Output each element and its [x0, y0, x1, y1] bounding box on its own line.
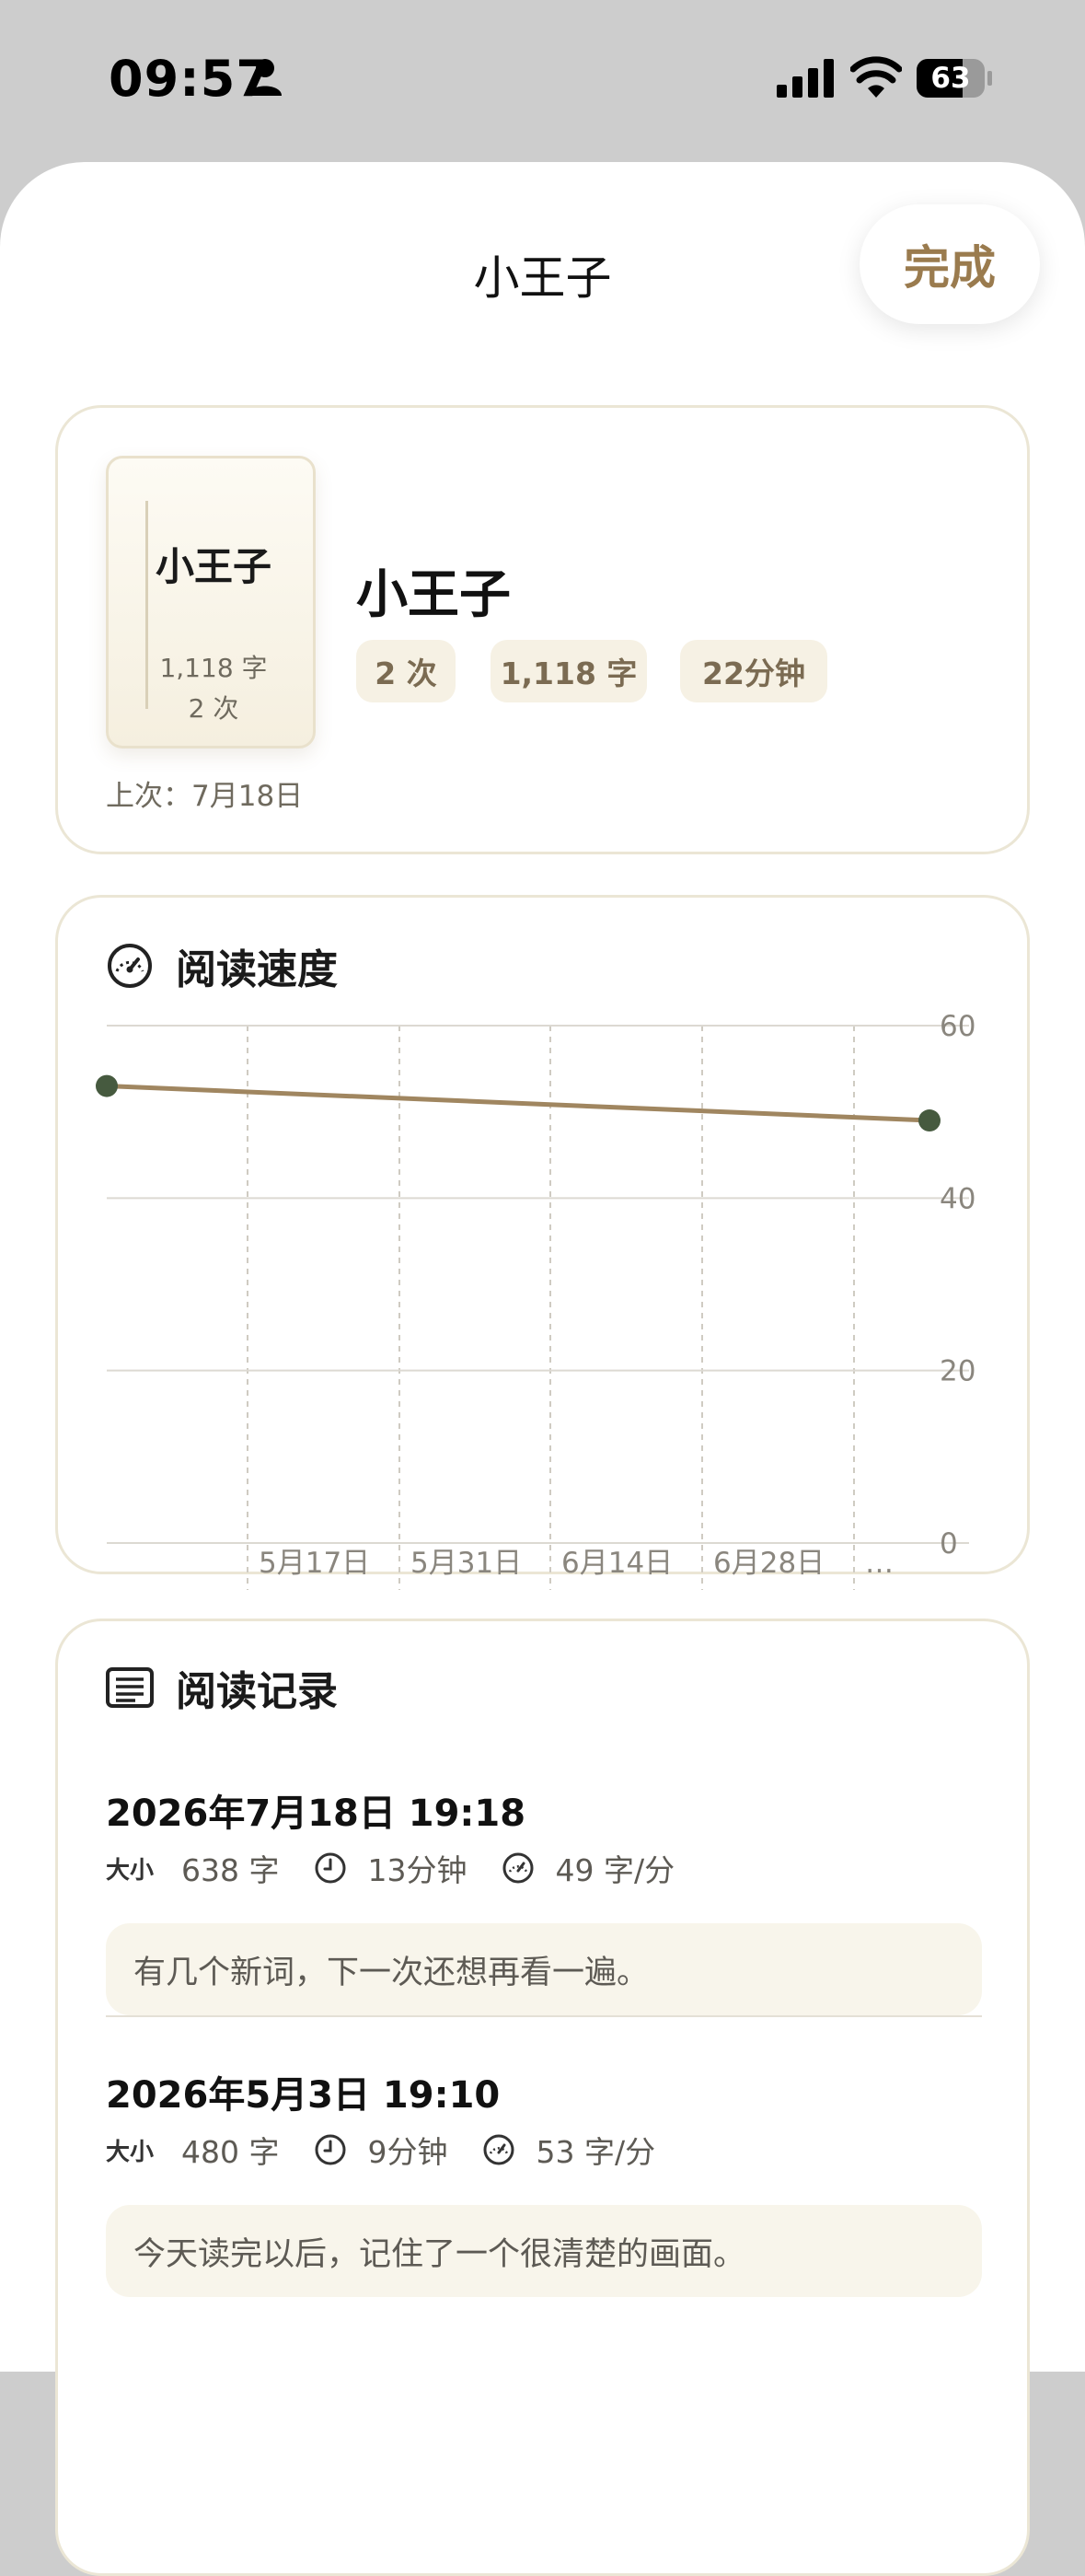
speedometer-icon: [483, 2134, 514, 2165]
speed-point: [96, 1074, 118, 1097]
entry-duration: 9分钟: [367, 2134, 448, 2170]
cover-read-count: 2 次: [188, 693, 239, 724]
entry-divider: [106, 2015, 982, 2017]
speed-point: [918, 1109, 941, 1132]
person-icon: [248, 59, 282, 96]
book-name: 小王子: [356, 565, 511, 625]
cover-title: 小王子: [155, 544, 271, 589]
log-entry-note[interactable]: 有几个新词，下一次还想再看一遍。: [106, 1923, 982, 2015]
x-tick-label: 6月14日: [561, 1547, 673, 1580]
entry-speed: 53 字/分: [536, 2134, 656, 2170]
y-tick-label: 0: [940, 1527, 958, 1561]
reading-log-card: 阅读记录 2026年7月18日 19:18 大小 638 字 13分钟 49 字…: [55, 1619, 1030, 2576]
book-detail-sheet: 小王子 完成 小王子 1,118 字 2 次 小王子 2 次 1,118 字 2…: [0, 162, 1085, 2576]
book-cover[interactable]: 小王子 1,118 字 2 次: [106, 456, 316, 748]
entry-speed: 49 字/分: [555, 1852, 675, 1888]
duration-chip: 22分钟: [680, 640, 827, 702]
log-section-title: 阅读记录: [176, 1668, 338, 1715]
x-tick-label: 5月31日: [410, 1547, 522, 1580]
book-summary-card: 小王子 1,118 字 2 次 小王子 2 次 1,118 字 22分钟 上次：…: [55, 405, 1030, 854]
size-label: 大小: [106, 2138, 155, 2166]
y-tick-label: 20: [940, 1355, 975, 1388]
list-icon: [106, 1667, 154, 1708]
log-section-header: 阅读记录: [106, 1660, 338, 1715]
log-entry-date: 2026年5月3日 19:10: [106, 2074, 501, 2117]
char-count-chip: 1,118 字: [491, 640, 647, 702]
speedometer-icon: [502, 1852, 533, 1884]
log-entry-date: 2026年7月18日 19:18: [106, 1793, 526, 1835]
entry-char-count: 638 字: [181, 1852, 280, 1888]
y-tick-label: 60: [940, 1010, 975, 1043]
x-tick-label: …: [865, 1547, 894, 1580]
log-entry-note[interactable]: 今天读完以后，记住了一个很清楚的画面。: [106, 2205, 982, 2297]
wifi-icon: [850, 56, 902, 98]
y-tick-label: 40: [940, 1182, 975, 1215]
clock-icon: [315, 2134, 345, 2165]
reading-speed-card: 阅读速度 5月17日 5月31日 6月14日 6月28日… 0 20 40 60: [55, 895, 1030, 1590]
reading-speed-chart: 5月17日 5月31日 6月14日 6月28日 … 0 20 40 60: [96, 1010, 975, 1590]
x-tick-label: 6月28日: [713, 1547, 825, 1580]
size-label: 大小: [106, 1856, 155, 1885]
battery-level: 63: [930, 62, 971, 95]
speed-line: [104, 1084, 932, 1123]
clock-icon: [315, 1852, 345, 1884]
log-entry-meta: 大小 638 字 13分钟 49 字/分: [106, 1845, 708, 1891]
last-read-date: 上次：7月18日: [106, 780, 304, 813]
cellular-signal-icon: [777, 59, 834, 98]
cover-char-count: 1,118 字: [159, 653, 268, 683]
read-count-chip: 2 次: [356, 640, 456, 702]
x-tick-label: 5月17日: [259, 1547, 370, 1580]
status-bar: 09:57 63: [0, 0, 1085, 162]
done-button[interactable]: 完成: [860, 204, 1040, 324]
entry-duration: 13分钟: [367, 1852, 467, 1888]
entry-char-count: 480 字: [181, 2134, 280, 2170]
log-entry-meta: 大小 480 字 9分钟 53 字/分: [106, 2127, 688, 2173]
